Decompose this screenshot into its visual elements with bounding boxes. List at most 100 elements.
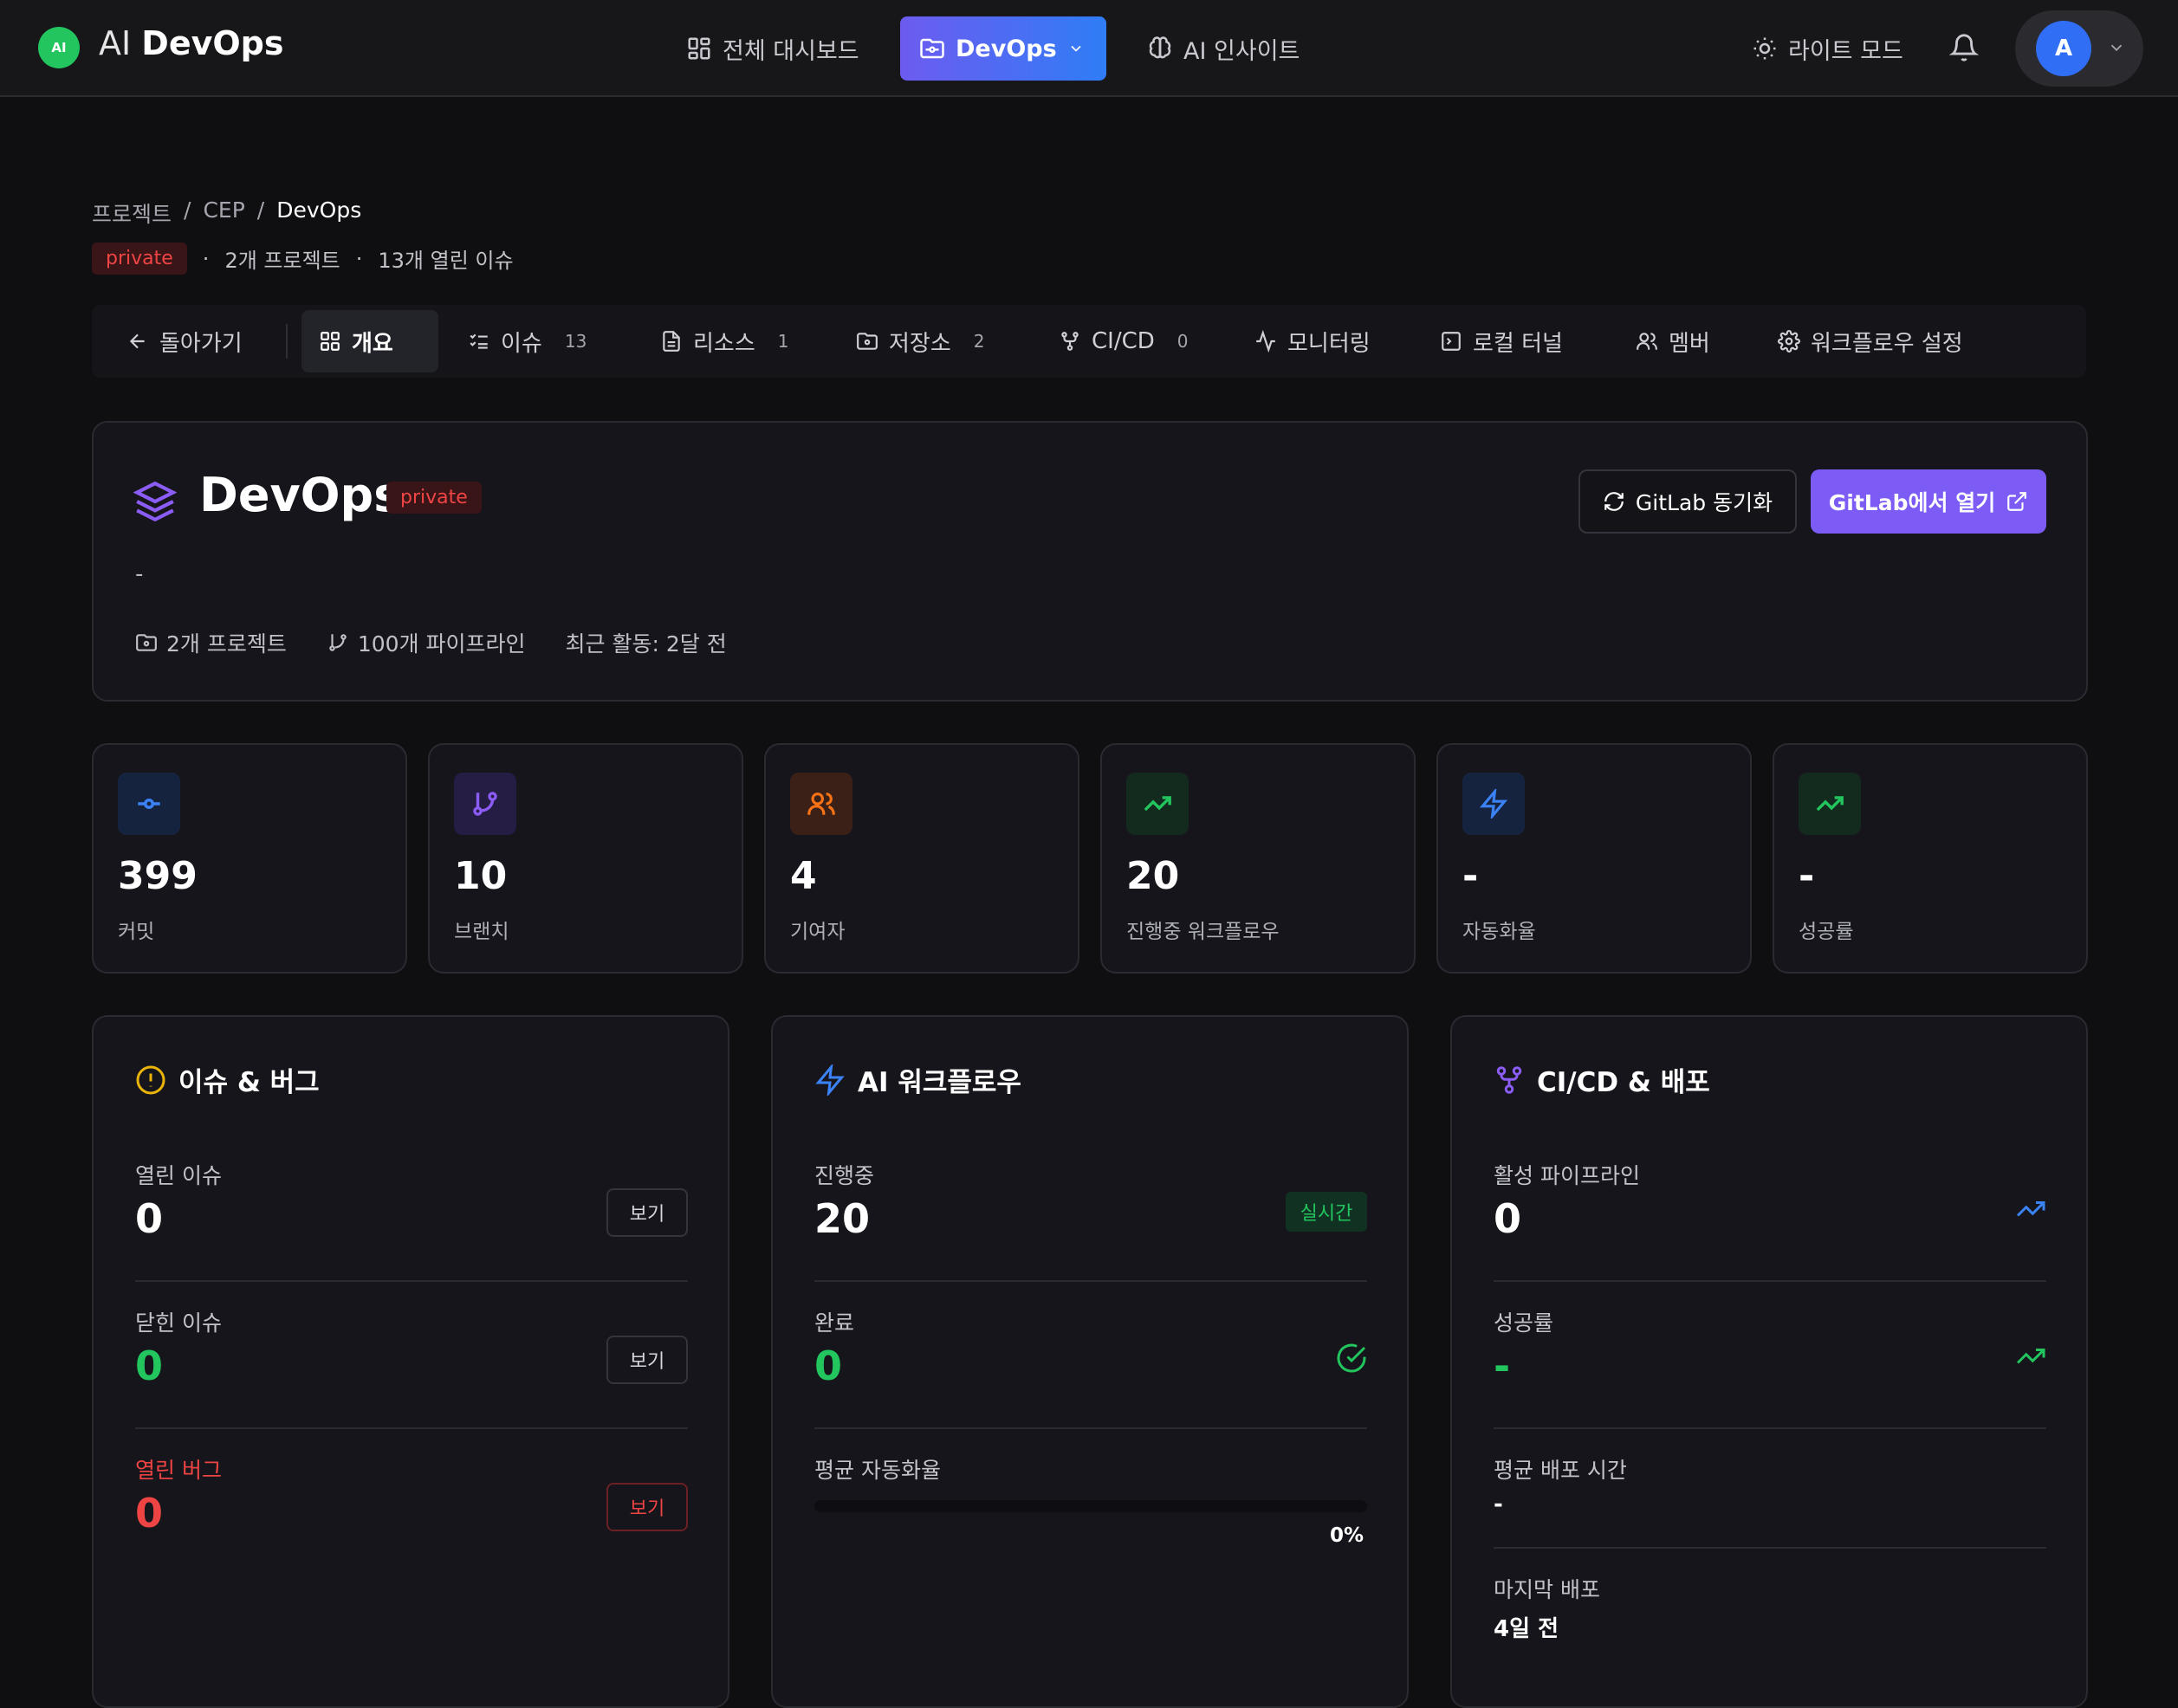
nav-devops[interactable]: DevOps bbox=[900, 16, 1106, 81]
active-pipelines-row: 활성 파이프라인 0 bbox=[1494, 1159, 2046, 1254]
row-label: 열린 버그 bbox=[135, 1458, 222, 1483]
completed-row: 완료 0 bbox=[814, 1306, 1367, 1401]
stat-value: - bbox=[1462, 854, 1479, 898]
stat-icon-box bbox=[790, 773, 852, 835]
view-open-bugs-button[interactable]: 보기 bbox=[606, 1483, 688, 1531]
tab-cicd-label: CI/CD bbox=[1092, 328, 1155, 354]
row-label: 활성 파이프라인 bbox=[1494, 1163, 1640, 1188]
open-in-gitlab-button[interactable]: GitLab에서 열기 bbox=[1811, 469, 2046, 534]
avg-deploy-time-row: 평균 배포 시간 - bbox=[1494, 1453, 2046, 1523]
tab-bar: 돌아가기 개요 이슈 13 리소스 1 저장소 2 CI/CD 0 모니터링 로… bbox=[92, 305, 2086, 378]
divider bbox=[1494, 1280, 2046, 1282]
row-label: 평균 배포 시간 bbox=[1494, 1458, 1627, 1483]
automation-progress-bar bbox=[814, 1500, 1367, 1512]
app-logo-text[interactable]: AI DevOps bbox=[99, 24, 284, 62]
breadcrumb-separator: / bbox=[184, 197, 191, 223]
live-badge: 실시간 bbox=[1286, 1192, 1367, 1232]
alert-circle-icon bbox=[136, 1065, 165, 1094]
divider bbox=[1494, 1547, 2046, 1549]
chevron-down-icon bbox=[2110, 44, 2123, 52]
gitlab-sync-button[interactable]: GitLab 동기화 bbox=[1578, 469, 1797, 534]
panel-title: CI/CD & 배포 bbox=[1494, 1060, 1710, 1099]
breadcrumb-projects[interactable]: 프로젝트 bbox=[92, 197, 172, 229]
row-value: 0 bbox=[814, 1342, 843, 1389]
stat-value: 10 bbox=[454, 854, 508, 898]
project-header-card: DevOps private - 2개 프로젝트 100개 파이프라인 최근 활… bbox=[92, 421, 2088, 702]
tab-repositories[interactable]: 저장소 2 bbox=[839, 310, 1002, 372]
panel-title-text: AI 워크플로우 bbox=[858, 1067, 1021, 1098]
tab-repositories-count: 2 bbox=[973, 331, 985, 352]
automation-percent: 0% bbox=[1329, 1524, 1364, 1547]
layers-icon bbox=[133, 481, 177, 522]
row-value: 0 bbox=[135, 1490, 164, 1537]
zap-icon bbox=[1479, 789, 1508, 818]
group-meta: private · 2개 프로젝트 · 13개 열린 이슈 bbox=[92, 243, 514, 275]
file-text-icon bbox=[663, 331, 680, 352]
grid-icon bbox=[688, 37, 710, 60]
meta-open-issues: 13개 열린 이슈 bbox=[378, 249, 514, 273]
closed-issues-row: 닫힌 이슈 0 보기 bbox=[135, 1306, 688, 1401]
stat-value: 20 bbox=[1126, 854, 1180, 898]
success-rate-row: 성공률 - bbox=[1494, 1306, 2046, 1401]
check-circle-icon bbox=[1337, 1343, 1366, 1373]
panel-title: AI 워크플로우 bbox=[814, 1060, 1021, 1099]
row-value: 20 bbox=[814, 1195, 871, 1242]
gitlab-sync-label: GitLab 동기화 bbox=[1635, 490, 1773, 515]
back-button[interactable]: 돌아가기 bbox=[109, 310, 260, 372]
nav-dashboard[interactable]: 전체 대시보드 bbox=[667, 16, 878, 81]
tab-issues[interactable]: 이슈 13 bbox=[451, 310, 604, 372]
breadcrumb-cep[interactable]: CEP bbox=[203, 197, 244, 229]
tab-workflow-settings[interactable]: 워크플로우 설정 bbox=[1760, 310, 1980, 372]
tab-issues-count: 13 bbox=[564, 331, 587, 352]
folder-git-icon bbox=[136, 634, 157, 651]
tab-local-tunnel[interactable]: 로컬 터널 bbox=[1423, 310, 1580, 372]
users-icon bbox=[1637, 333, 1657, 350]
row-value: 0 bbox=[135, 1195, 164, 1242]
nav-ai-insights[interactable]: AI 인사이트 bbox=[1128, 16, 1319, 81]
view-closed-issues-button[interactable]: 보기 bbox=[606, 1336, 688, 1384]
tab-members[interactable]: 멤버 bbox=[1618, 310, 1727, 372]
meta-dot: · bbox=[202, 246, 210, 271]
light-mode-toggle[interactable]: 라이트 모드 bbox=[1733, 16, 1922, 81]
row-label: 진행중 bbox=[814, 1163, 875, 1188]
meta-pipelines: 100개 파이프라인 bbox=[327, 627, 526, 658]
logo-badge: AI bbox=[38, 27, 80, 68]
tab-cicd[interactable]: CI/CD 0 bbox=[1041, 310, 1206, 372]
stat-card-branches: 10 브랜치 bbox=[428, 743, 743, 974]
tab-repositories-label: 저장소 bbox=[889, 330, 951, 357]
nav-dashboard-label: 전체 대시보드 bbox=[723, 37, 859, 65]
view-open-issues-button[interactable]: 보기 bbox=[606, 1188, 688, 1237]
issues-bugs-panel: 이슈 & 버그 열린 이슈 0 보기 닫힌 이슈 0 보기 열린 버그 0 보기 bbox=[92, 1015, 729, 1708]
avg-automation-row: 평균 자동화율 bbox=[814, 1453, 1367, 1488]
gear-icon bbox=[1778, 330, 1800, 353]
tab-monitoring[interactable]: 모니터링 bbox=[1237, 310, 1388, 372]
meta-projects: 2개 프로젝트 bbox=[224, 249, 340, 273]
stat-card-automation-rate: - 자동화율 bbox=[1436, 743, 1752, 974]
stat-value: - bbox=[1799, 854, 1815, 898]
project-title: DevOps bbox=[199, 468, 402, 522]
commit-icon bbox=[138, 799, 160, 809]
row-label: 완료 bbox=[814, 1310, 855, 1336]
meta-dot: · bbox=[355, 246, 363, 271]
user-menu[interactable]: A bbox=[2015, 10, 2143, 87]
tab-divider bbox=[286, 324, 288, 359]
panel-title: 이슈 & 버그 bbox=[135, 1060, 320, 1099]
git-fork-icon bbox=[1496, 1065, 1522, 1094]
cicd-deploy-panel: CI/CD & 배포 활성 파이프라인 0 성공률 - 평균 배포 시간 - 마… bbox=[1450, 1015, 2088, 1708]
bell-icon[interactable] bbox=[1949, 33, 1979, 62]
row-value: 0 bbox=[1494, 1195, 1522, 1242]
open-in-gitlab-label: GitLab에서 열기 bbox=[1828, 490, 1996, 515]
panel-title-text: 이슈 & 버그 bbox=[178, 1067, 320, 1098]
tab-overview-label: 개요 bbox=[352, 330, 393, 357]
refresh-icon bbox=[1604, 492, 1624, 511]
tab-overview[interactable]: 개요 bbox=[301, 310, 438, 372]
stat-label: 자동화율 bbox=[1462, 921, 1536, 943]
divider bbox=[135, 1280, 688, 1282]
divider bbox=[814, 1280, 1367, 1282]
row-value: - bbox=[1494, 1342, 1511, 1389]
trending-up-icon bbox=[1816, 796, 1844, 812]
visibility-badge: private bbox=[92, 243, 187, 275]
tab-members-label: 멤버 bbox=[1669, 330, 1710, 357]
tab-resources[interactable]: 리소스 1 bbox=[643, 310, 807, 372]
project-description: - bbox=[135, 561, 144, 587]
